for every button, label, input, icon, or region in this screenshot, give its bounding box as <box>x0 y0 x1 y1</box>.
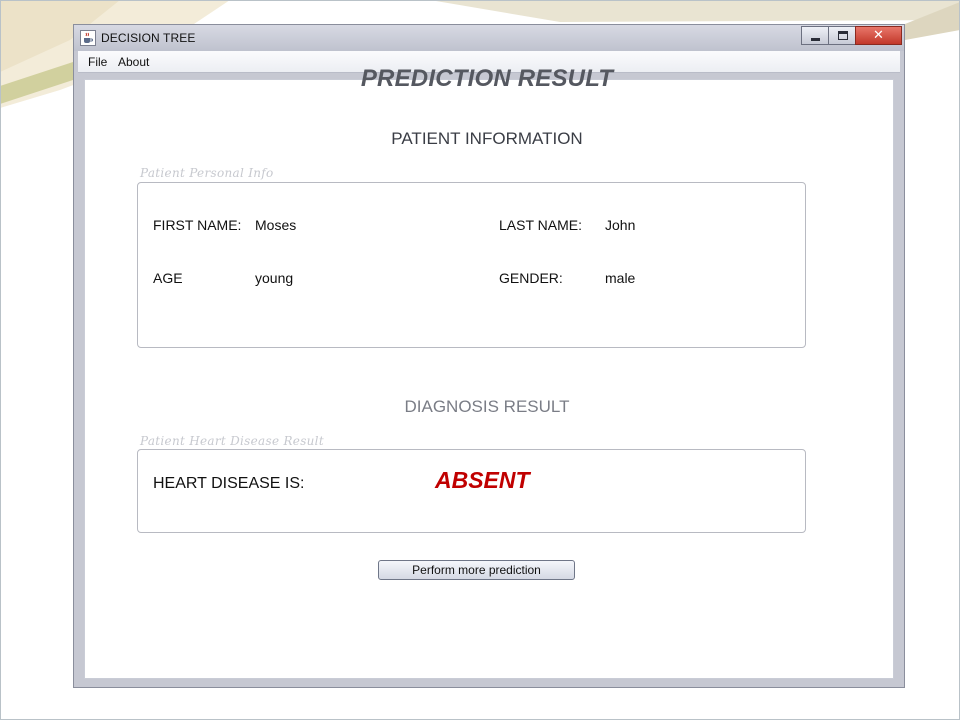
heart-disease-result: ABSENT <box>435 467 530 493</box>
personal-info-panel: FIRST NAME: Moses LAST NAME: John AGE yo… <box>137 182 806 348</box>
window-title: DECISION TREE <box>101 31 196 45</box>
minimize-icon <box>811 38 820 41</box>
heart-result-caption: Patient Heart Disease Result <box>140 434 324 448</box>
perform-more-prediction-button[interactable]: Perform more prediction <box>378 560 575 580</box>
diagnosis-panel: HEART DISEASE IS: ABSENT <box>137 449 806 533</box>
gender-value: male <box>605 270 636 286</box>
title-bar[interactable]: DECISION TREE ✕ <box>74 25 904 51</box>
first-name-value: Moses <box>255 217 297 233</box>
window-controls: ✕ <box>801 26 902 46</box>
personal-info-caption: Patient Personal Info <box>140 166 274 180</box>
maximize-icon <box>838 31 848 40</box>
heart-disease-label: HEART DISEASE IS: <box>153 475 305 492</box>
close-icon: ✕ <box>873 28 884 43</box>
app-window: DECISION TREE ✕ File About PREDICTION RE… <box>73 24 905 688</box>
gender-label: GENDER: <box>499 270 563 286</box>
patient-section-title: PATIENT INFORMATION <box>391 129 583 148</box>
last-name-label: LAST NAME: <box>499 217 582 233</box>
diagnosis-section-title: DIAGNOSIS RESULT <box>404 397 570 416</box>
maximize-button[interactable] <box>828 26 856 45</box>
close-button[interactable]: ✕ <box>855 26 902 45</box>
java-cup-icon <box>80 30 96 46</box>
page-title: PREDICTION RESULT <box>360 65 614 92</box>
age-value: young <box>255 270 294 286</box>
minimize-button[interactable] <box>801 26 829 45</box>
age-label: AGE <box>153 270 183 286</box>
first-name-label: FIRST NAME: <box>153 217 242 233</box>
last-name-value: John <box>605 217 636 233</box>
